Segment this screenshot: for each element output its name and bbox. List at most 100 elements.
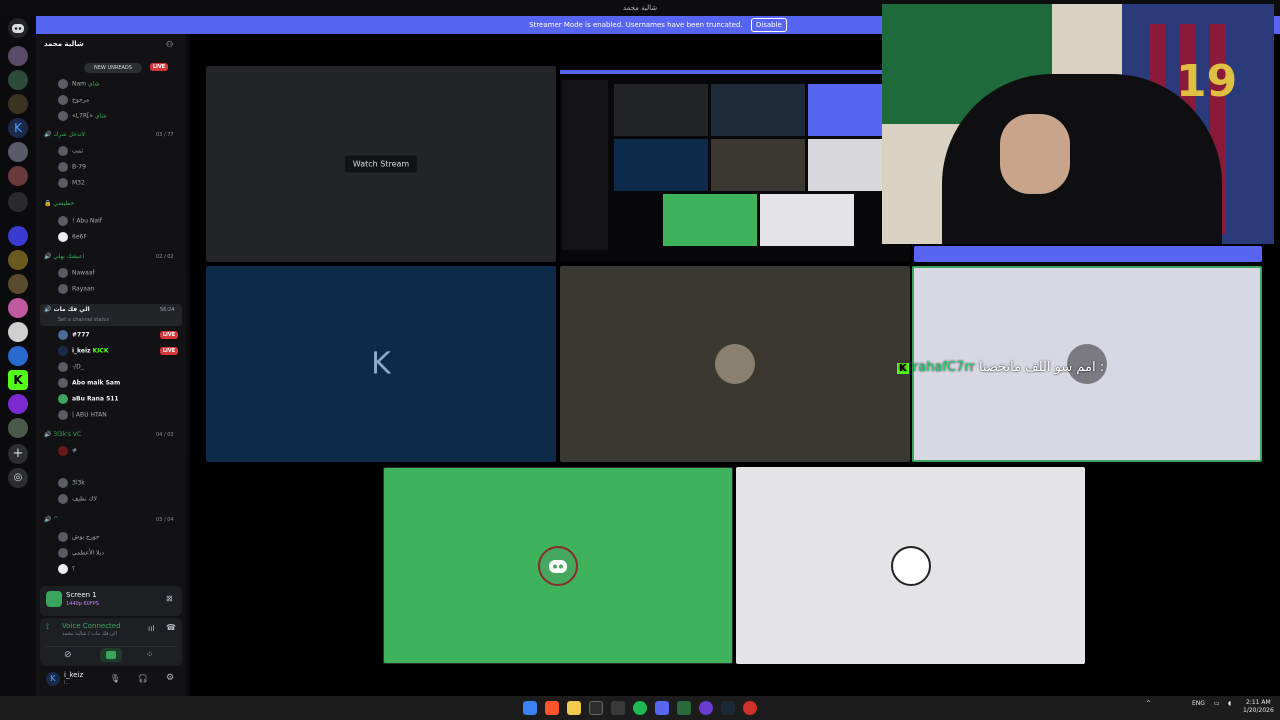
folder-icon[interactable] <box>8 226 28 246</box>
clock-time[interactable]: 2:11 AM <box>1246 699 1271 706</box>
network-icon[interactable]: ▭ <box>1214 700 1220 707</box>
voice-user[interactable]: ؟ <box>58 564 75 574</box>
voice-user[interactable]: ! Abu Naif <box>58 216 102 226</box>
app-icon[interactable] <box>743 701 757 715</box>
server-icon[interactable] <box>8 250 28 270</box>
voice-user[interactable]: # <box>58 446 77 456</box>
microphone-icon[interactable]: 🎙 <box>110 674 120 683</box>
brave-browser-icon[interactable] <box>545 701 559 715</box>
app-icon[interactable] <box>611 701 625 715</box>
voice-user[interactable]: Nam شاي <box>58 79 100 89</box>
participant-tile[interactable] <box>560 266 910 462</box>
stream-overlay-bar <box>914 246 1262 262</box>
new-unreads-pill[interactable]: NEW UNREADS <box>84 63 142 73</box>
locked-voice-channel[interactable]: 🔒 خطيشي <box>44 200 74 207</box>
settings-gear-icon[interactable]: ⚙ <box>166 673 174 683</box>
store-icon[interactable] <box>589 701 603 715</box>
username[interactable]: i_keiz <box>64 671 83 679</box>
user-count: 02 / 02 <box>156 254 174 260</box>
voice-user[interactable]: ديلا الأعظمي <box>58 548 104 558</box>
server-icon[interactable] <box>8 166 28 186</box>
voice-user[interactable]: مرجوح <box>58 95 89 105</box>
voice-channel-name[interactable]: 🔊 الي فك مات <box>44 306 90 313</box>
stop-stream-icon[interactable]: ⊠ <box>166 594 173 603</box>
add-server-icon[interactable]: + <box>8 444 28 464</box>
xbox-icon[interactable] <box>677 701 691 715</box>
server-icon[interactable] <box>8 394 28 414</box>
volume-icon[interactable]: ◖ <box>1228 700 1231 707</box>
voice-user[interactable]: | ABU HTAN <box>58 410 107 420</box>
file-explorer-icon[interactable] <box>567 701 581 715</box>
voice-channel[interactable]: 🔊 لاتدخل شرك <box>44 131 85 138</box>
voice-user[interactable]: aBu Rana 511 <box>58 394 119 404</box>
voice-user[interactable]: تمب <box>58 146 83 156</box>
participant-tile[interactable] <box>383 467 733 664</box>
guild-name[interactable]: شالية محمد <box>44 40 84 48</box>
language-indicator[interactable]: ENG <box>1192 700 1205 707</box>
disconnect-icon[interactable]: ☎ <box>166 623 176 632</box>
start-menu-icon[interactable] <box>523 701 537 715</box>
server-icon[interactable] <box>8 322 28 342</box>
voice-user[interactable]: 6e6F <box>58 232 87 242</box>
steam-icon[interactable] <box>721 701 735 715</box>
screen-share-quality: 1440p 60FPS <box>66 601 99 607</box>
spotify-icon[interactable] <box>633 701 647 715</box>
clock-date[interactable]: 1/20/2026 <box>1243 707 1274 714</box>
live-stream-preview[interactable] <box>560 66 910 262</box>
explore-icon[interactable]: ◎ <box>8 468 28 488</box>
participant-tile[interactable] <box>736 467 1085 664</box>
live-badge: LIVE <box>150 63 168 71</box>
server-icon[interactable] <box>8 94 28 114</box>
voice-user[interactable]: #777 <box>58 330 90 340</box>
server-icon[interactable] <box>8 142 28 162</box>
server-icon[interactable] <box>8 192 28 212</box>
watch-stream-button[interactable]: Watch Stream <box>344 155 418 173</box>
signal-icon[interactable]: ⟟ <box>46 622 49 632</box>
voice-channel[interactable]: 🔊 اعيشك بهلي <box>44 253 84 260</box>
server-icon[interactable] <box>8 70 28 90</box>
server-icon[interactable] <box>8 46 28 66</box>
discord-home-icon[interactable] <box>8 18 28 38</box>
participant-tile[interactable]: K <box>206 266 556 462</box>
avatar[interactable]: K <box>46 672 60 686</box>
noise-suppression-icon[interactable]: ııl <box>148 624 155 633</box>
voice-connected-label[interactable]: Voice Connected <box>62 622 121 630</box>
user-panel: K i_keiz i... 🎙 🎧 ⚙ <box>40 666 182 692</box>
discord-icon[interactable] <box>655 701 669 715</box>
activities-icon[interactable]: ⁘ <box>146 650 154 660</box>
screen-share-panel: Screen 1 1440p 60FPS ⊠ <box>40 586 182 616</box>
voice-channel-path[interactable]: الي فك مات / شالية محمد <box>62 631 117 637</box>
voice-channel[interactable]: 🔊 ^ <box>44 516 58 523</box>
voice-user[interactable]: «L7R[» شاي <box>58 111 107 121</box>
server-icon[interactable] <box>8 346 28 366</box>
app-icon[interactable] <box>699 701 713 715</box>
voice-user[interactable]: B-79 <box>58 162 86 172</box>
headphones-icon[interactable]: 🎧 <box>138 674 148 683</box>
tray-chevron-icon[interactable]: ^ <box>1146 700 1151 707</box>
voice-user[interactable]: Abo malk Sam <box>58 378 120 388</box>
server-icon[interactable] <box>8 274 28 294</box>
screen-share-icon <box>46 591 62 607</box>
voice-user[interactable]: M32 <box>58 178 85 188</box>
voice-user[interactable]: Rayaan <box>58 284 94 294</box>
screen-share-button[interactable] <box>100 648 122 662</box>
voice-status-panel: ⟟ Voice Connected الي فك مات / شالية محم… <box>40 618 182 666</box>
voice-user[interactable]: i_keiz KICK <box>58 346 109 356</box>
server-icon[interactable] <box>8 298 28 318</box>
camera-off-icon[interactable]: ⊘ <box>64 650 72 660</box>
channel-status[interactable]: Set a channel status <box>58 317 109 323</box>
voice-channel[interactable]: 🔊 3l3k's VC <box>44 431 81 438</box>
server-icon[interactable] <box>8 418 28 438</box>
voice-user[interactable]: Nawaaf <box>58 268 95 278</box>
stream-tile[interactable]: Watch Stream <box>206 66 556 262</box>
voice-user[interactable]: لاك نظيف <box>58 494 97 504</box>
voice-user[interactable]: -/D_ <box>58 362 84 372</box>
voice-user[interactable]: جورج بوش <box>58 532 100 542</box>
call-timer: 56:24 <box>160 307 175 313</box>
voice-user[interactable]: 3l3k <box>58 478 85 488</box>
discord-logo-avatar <box>538 545 578 586</box>
kick-server-icon[interactable]: K <box>8 370 28 390</box>
add-friend-icon[interactable]: ⚇ <box>166 40 173 49</box>
server-icon[interactable]: K <box>8 118 28 138</box>
disable-streamer-mode-button[interactable]: Disable <box>750 18 787 32</box>
